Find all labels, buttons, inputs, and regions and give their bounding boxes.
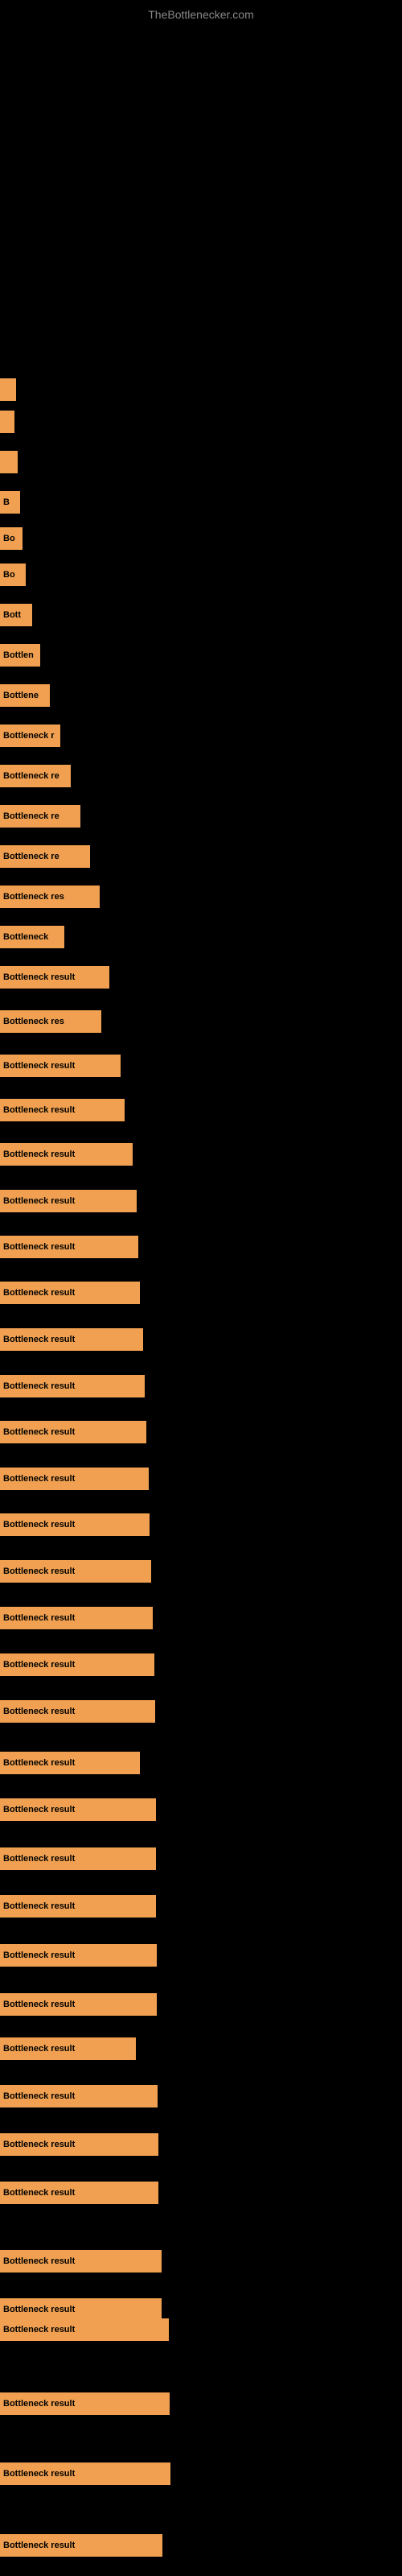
bar-item: Bottleneck result xyxy=(0,1143,133,1166)
bar-label: Bottleneck result xyxy=(0,1895,156,1918)
bar-label: Bottleneck result xyxy=(0,966,109,989)
bar-item: Bottleneck result xyxy=(0,1055,121,1077)
bar-item: Bottleneck re xyxy=(0,845,90,868)
bar-item: Bo xyxy=(0,564,26,586)
bar-item: Bottleneck result xyxy=(0,2462,170,2485)
bar-item: Bottleneck result xyxy=(0,1236,138,1258)
bar-item: Bottleneck re xyxy=(0,765,71,787)
bar-label: Bottleneck result xyxy=(0,1653,154,1676)
bar-item: Bottleneck result xyxy=(0,2133,158,2156)
bar-label: Bottleneck result xyxy=(0,1993,157,2016)
bar-item: Bottleneck xyxy=(0,926,64,948)
bar-item: Bottleneck result xyxy=(0,1798,156,1821)
bar-label: Bottleneck re xyxy=(0,805,80,828)
bar-label: Bottleneck result xyxy=(0,1282,140,1304)
bar-label: Bottleneck result xyxy=(0,1944,157,1967)
bar-label: Bottleneck result xyxy=(0,2298,162,2321)
bar-item: Bottleneck res xyxy=(0,886,100,908)
bar-label: Bottlene xyxy=(0,684,50,707)
bar-item: Bottlen xyxy=(0,644,40,667)
bar-item: Bottleneck result xyxy=(0,1375,145,1397)
bar-label: Bottleneck re xyxy=(0,845,90,868)
bar-item: Bottleneck result xyxy=(0,1607,153,1629)
bar-item xyxy=(0,411,14,433)
bar-label: Bottleneck xyxy=(0,926,64,948)
bar-item: Bottleneck result xyxy=(0,1421,146,1443)
bar-item: Bottleneck result xyxy=(0,1752,140,1774)
bar-item: Bottleneck result xyxy=(0,1560,151,1583)
bar-label: Bottleneck r xyxy=(0,724,60,747)
bar-label: Bottleneck result xyxy=(0,1468,149,1490)
bar-item: Bottleneck result xyxy=(0,2298,162,2321)
bar-item: B xyxy=(0,491,20,514)
bar-item: Bottleneck result xyxy=(0,1944,157,1967)
bar-label: Bottleneck res xyxy=(0,886,100,908)
bar-item xyxy=(0,451,18,473)
bar-label: Bottlen xyxy=(0,644,40,667)
bar-item: Bottleneck result xyxy=(0,1282,140,1304)
bar-label: Bottleneck result xyxy=(0,1375,145,1397)
bar-label: Bottleneck result xyxy=(0,1190,137,1212)
bar-label: Bottleneck result xyxy=(0,2182,158,2204)
bar-label: Bottleneck result xyxy=(0,2318,169,2341)
bar-label: Bottleneck result xyxy=(0,1798,156,1821)
bar-label: Bottleneck result xyxy=(0,1055,121,1077)
bar-label: Bottleneck result xyxy=(0,2037,136,2060)
bar-label: Bottleneck result xyxy=(0,1607,153,1629)
bar-item: Bottleneck result xyxy=(0,1700,155,1723)
bar-label xyxy=(0,411,14,433)
bar-item: Bottleneck result xyxy=(0,1099,125,1121)
bar-item: Bottleneck result xyxy=(0,1468,149,1490)
bar-label xyxy=(0,451,18,473)
bar-label: Bottleneck result xyxy=(0,2085,158,2107)
bar-label: Bottleneck result xyxy=(0,1513,150,1536)
bar-item: Bottleneck re xyxy=(0,805,80,828)
bar-item: Bottleneck result xyxy=(0,2085,158,2107)
bar-item xyxy=(0,378,16,401)
bar-label: Bottleneck result xyxy=(0,1560,151,1583)
bar-item: Bottlene xyxy=(0,684,50,707)
bar-item: Bott xyxy=(0,604,32,626)
bar-label: Bottleneck result xyxy=(0,2462,170,2485)
bar-label: Bottleneck result xyxy=(0,1236,138,1258)
bar-label: Bottleneck result xyxy=(0,2250,162,2273)
bar-item: Bottleneck result xyxy=(0,2250,162,2273)
bar-item: Bottleneck result xyxy=(0,1190,137,1212)
bar-item: Bottleneck result xyxy=(0,2182,158,2204)
bar-label: Bottleneck result xyxy=(0,1847,156,1870)
bar-label: Bo xyxy=(0,527,23,550)
bar-item: Bottleneck result xyxy=(0,1993,157,2016)
bar-item: Bottleneck res xyxy=(0,1010,101,1033)
bar-label: B xyxy=(0,491,20,514)
bar-label xyxy=(0,378,16,401)
bar-label: Bott xyxy=(0,604,32,626)
site-title: TheBottlenecker.com xyxy=(148,8,254,21)
bar-label: Bottleneck result xyxy=(0,2392,170,2415)
bar-item: Bottleneck result xyxy=(0,1895,156,1918)
bar-item: Bottleneck result xyxy=(0,1847,156,1870)
bar-label: Bo xyxy=(0,564,26,586)
bar-item: Bottleneck result xyxy=(0,2037,136,2060)
bar-label: Bottleneck re xyxy=(0,765,71,787)
bar-item: Bo xyxy=(0,527,23,550)
bar-item: Bottleneck result xyxy=(0,2392,170,2415)
bar-label: Bottleneck result xyxy=(0,1752,140,1774)
bar-label: Bottleneck result xyxy=(0,1143,133,1166)
bar-item: Bottleneck result xyxy=(0,1653,154,1676)
bar-label: Bottleneck result xyxy=(0,1099,125,1121)
bar-label: Bottleneck result xyxy=(0,1421,146,1443)
bar-item: Bottleneck r xyxy=(0,724,60,747)
bar-item: Bottleneck result xyxy=(0,966,109,989)
bar-label: Bottleneck result xyxy=(0,2133,158,2156)
bar-item: Bottleneck result xyxy=(0,2534,162,2557)
bar-label: Bottleneck result xyxy=(0,2534,162,2557)
bar-label: Bottleneck res xyxy=(0,1010,101,1033)
bar-item: Bottleneck result xyxy=(0,2318,169,2341)
bar-item: Bottleneck result xyxy=(0,1513,150,1536)
bar-label: Bottleneck result xyxy=(0,1328,143,1351)
bar-label: Bottleneck result xyxy=(0,1700,155,1723)
bar-item: Bottleneck result xyxy=(0,1328,143,1351)
